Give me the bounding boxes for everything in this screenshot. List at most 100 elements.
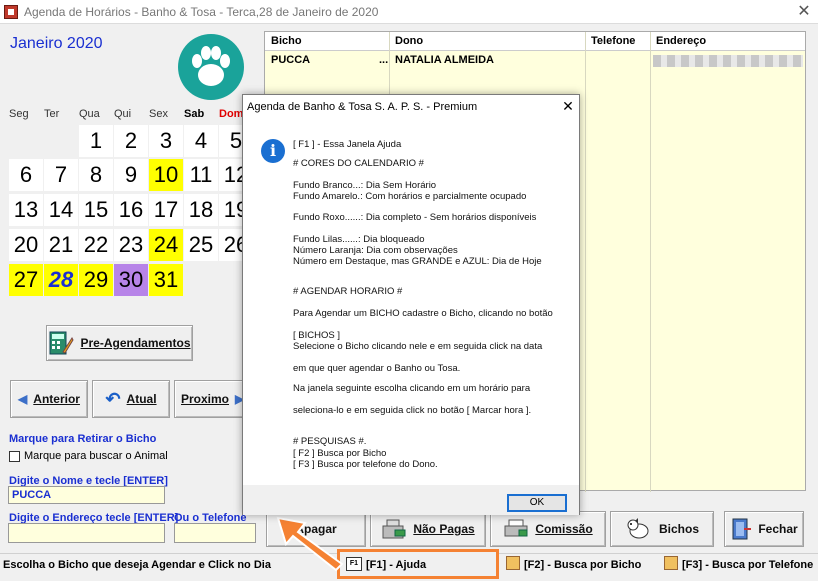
cell-endereco-blurred [653, 55, 803, 67]
cell-bicho: PUCCA [271, 54, 311, 66]
dialog-text-line: Fundo Amarelo.: Com horários e parcialme… [293, 191, 527, 202]
anterior-label: Anterior [33, 392, 80, 406]
f1-help-label: [F1] - Ajuda [366, 559, 427, 571]
calendar-day[interactable]: 7 [44, 159, 78, 191]
dialog-title: Agenda de Banho & Tosa S. A. P. S. - Pre… [247, 101, 478, 113]
calendar-day[interactable]: 17 [149, 194, 183, 226]
calendar-day[interactable]: 28 [44, 264, 78, 296]
calendar-day[interactable]: 21 [44, 229, 78, 261]
weekday-label: Dom [219, 108, 244, 120]
col-divider [650, 32, 651, 492]
title-bar: Agenda de Horários - Banho & Tosa - Terc… [0, 0, 818, 24]
dialog-text-line: [ F1 ] - Essa Janela Ajuda [293, 139, 402, 150]
grid-header: Bicho Dono Telefone Endereço [265, 32, 805, 51]
table-row[interactable]: PUCCA ... NATALIA ALMEIDA [265, 52, 805, 68]
calendar-day[interactable]: 23 [114, 229, 148, 261]
calendar-day[interactable]: 22 [79, 229, 113, 261]
anterior-button[interactable]: ◀ Anterior [10, 380, 88, 418]
col-header-telefone[interactable]: Telefone [591, 35, 635, 47]
bichos-label: Bichos [658, 522, 699, 536]
calendar-day[interactable]: 31 [149, 264, 183, 296]
calendar-day[interactable]: 4 [184, 125, 218, 157]
dialog-text-line: Fundo Roxo......: Dia completo - Sem hor… [293, 212, 537, 223]
dialog-text-line: Número em Destaque, mas GRANDE e AZUL: D… [293, 256, 542, 267]
calendar-day[interactable]: 24 [149, 229, 183, 261]
calendar-day[interactable]: 27 [9, 264, 43, 296]
weekday-label: Qui [114, 108, 132, 120]
calendar-day[interactable]: 11 [184, 159, 218, 191]
dialog-text-line: em que quer agendar o Banho ou Tosa. [293, 363, 461, 374]
comissao-label: Comissão [535, 522, 593, 536]
col-divider [585, 32, 586, 492]
comissao-button[interactable]: Comissão [490, 511, 606, 547]
f3-label[interactable]: [F3] - Busca por Telefone [682, 559, 813, 571]
calendar-day[interactable]: 18 [184, 194, 218, 226]
ok-button[interactable]: OK [507, 494, 567, 512]
f2-label[interactable]: [F2] - Busca por Bicho [524, 559, 641, 571]
dialog-text-line: Para Agendar um BICHO cadastre o Bicho, … [293, 308, 553, 319]
pre-agendamentos-button[interactable]: Pre-Agendamentos [46, 325, 193, 361]
fechar-label: Fechar [758, 522, 798, 536]
search-key-icon [506, 556, 520, 570]
calendar-day[interactable]: 16 [114, 194, 148, 226]
calendar-day[interactable]: 13 [9, 194, 43, 226]
calendar-day[interactable]: 10 [149, 159, 183, 191]
weekday-label: Seg [9, 108, 29, 120]
nao-pagas-button[interactable]: Não Pagas [370, 511, 486, 547]
month-title: Janeiro 2020 [10, 35, 103, 52]
buscar-animal-checkbox[interactable] [9, 451, 20, 462]
close-window-button[interactable]: ✕ [790, 0, 818, 24]
window-title: Agenda de Horários - Banho & Tosa - Terc… [24, 5, 379, 19]
dialog-text-line: seleciona-lo e em seguida click no botão… [293, 405, 532, 416]
col-header-dono[interactable]: Dono [395, 35, 423, 47]
nome-input[interactable]: PUCCA [8, 486, 165, 504]
nao-pagas-label: Não Pagas [413, 522, 475, 536]
weekday-label: Ter [44, 108, 60, 120]
app-icon [4, 5, 18, 19]
calendar-day[interactable]: 20 [9, 229, 43, 261]
calendar-day[interactable]: 6 [9, 159, 43, 191]
weekday-label: Sex [149, 108, 168, 120]
paw-logo-icon [178, 34, 244, 100]
fechar-button[interactable]: Fechar [724, 511, 804, 547]
calendar-day[interactable]: 25 [184, 229, 218, 261]
telefone-input[interactable] [174, 523, 256, 543]
calendar-day[interactable]: 2 [114, 125, 148, 157]
col-header-endereco[interactable]: Endereço [656, 35, 706, 47]
atual-button[interactable]: ↶ Atual [92, 380, 170, 418]
help-dialog: Agenda de Banho & Tosa S. A. P. S. - Pre… [242, 94, 580, 515]
dialog-text-line: [ F2 ] Busca por Bicho [293, 448, 387, 459]
phone-key-icon [664, 556, 678, 570]
arrow-left-icon: ◀ [18, 392, 28, 406]
calendar-day[interactable]: 14 [44, 194, 78, 226]
orange-arrow-icon [276, 516, 344, 572]
cell-dono: NATALIA ALMEIDA [395, 54, 494, 66]
calendar-day[interactable]: 1 [79, 125, 113, 157]
buscar-animal-label: Marque para buscar o Animal [24, 450, 168, 462]
dialog-text-line: Fundo Branco...: Dia Sem Horário [293, 180, 437, 191]
calendar-day[interactable]: 9 [114, 159, 148, 191]
calendar-day[interactable]: 29 [79, 264, 113, 296]
exit-door-icon [732, 518, 752, 540]
dialog-text-line: [ BICHOS ] [293, 330, 340, 341]
retirar-bicho-label: Marque para Retirar o Bicho [9, 433, 157, 445]
calendar-day[interactable]: 15 [79, 194, 113, 226]
calendar-day[interactable]: 8 [79, 159, 113, 191]
cell-ellipsis: ... [379, 54, 389, 66]
dialog-text-line: # PESQUISAS #. [293, 436, 367, 447]
atual-label: Atual [126, 392, 157, 406]
col-header-bicho[interactable]: Bicho [271, 35, 302, 47]
pre-agendamentos-label: Pre-Agendamentos [80, 336, 191, 350]
dialog-text-line: Fundo Lilas......: Dia bloqueado [293, 234, 425, 245]
dialog-text-line: [ F3 ] Busca por telefone do Dono. [293, 459, 438, 470]
bichos-button[interactable]: Bichos [610, 511, 714, 547]
dialog-close-button[interactable]: ✕ [559, 97, 577, 115]
proximo-button[interactable]: Proximo ▶ [174, 380, 244, 418]
endereco-input[interactable] [8, 523, 165, 543]
calculator-icon [49, 331, 75, 355]
status-hint: Escolha o Bicho que deseja Agendar e Cli… [3, 559, 271, 571]
printer-icon [504, 519, 528, 537]
calendar-day[interactable]: 30 [114, 264, 148, 296]
calendar-day[interactable]: 3 [149, 125, 183, 157]
weekday-label: Qua [79, 108, 100, 120]
